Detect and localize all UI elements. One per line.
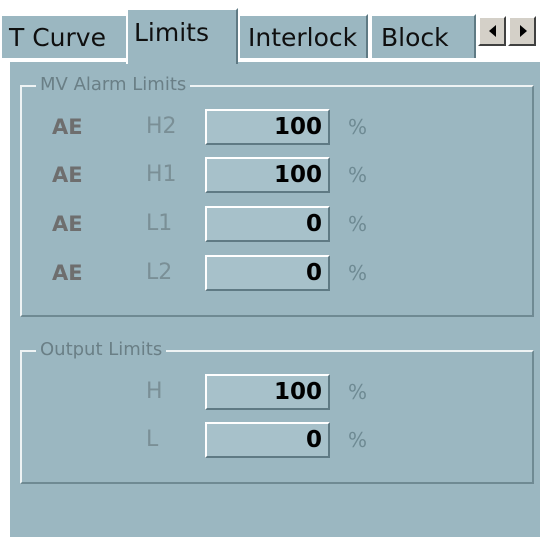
limit-label: H xyxy=(146,379,163,404)
output-row-l: L 0 % xyxy=(22,422,532,458)
arrow-right-icon xyxy=(520,25,527,37)
limit-label: L2 xyxy=(146,260,173,285)
limit-value-field[interactable]: 0 xyxy=(205,422,330,458)
alarm-row-l1: AE L1 0 % xyxy=(22,206,532,242)
alarm-row-h2: AE H2 100 % xyxy=(22,109,532,145)
limit-value-field[interactable]: 100 xyxy=(205,109,330,145)
alarm-row-h1: AE H1 100 % xyxy=(22,157,532,193)
tab-limits-label: Limits xyxy=(134,18,209,47)
tab-limits[interactable]: Limits xyxy=(126,8,238,64)
output-limits-title: Output Limits xyxy=(36,338,167,362)
output-limits-group: Output Limits H 100 % L 0 % xyxy=(20,338,534,484)
tab-block-label: Block xyxy=(381,23,449,52)
alarm-enable-flag: AE xyxy=(52,212,83,236)
tab-scroll-left-button[interactable] xyxy=(478,16,506,46)
output-row-h: H 100 % xyxy=(22,374,532,410)
tab-scroll-right-button[interactable] xyxy=(508,16,536,46)
mv-alarm-limits-title: MV Alarm Limits xyxy=(36,73,191,97)
limit-value-field[interactable]: 0 xyxy=(205,255,330,291)
tab-strip: T Curve Interlock Block Limits xyxy=(0,0,540,64)
tab-t-curve[interactable]: T Curve xyxy=(0,14,128,58)
mv-alarm-limits-group: MV Alarm Limits AE H2 100 % AE H1 100 % … xyxy=(20,73,534,317)
limit-label: H2 xyxy=(146,114,177,139)
unit-label: % xyxy=(348,115,368,139)
unit-label: % xyxy=(348,163,368,187)
alarm-row-l2: AE L2 0 % xyxy=(22,255,532,291)
limits-panel: MV Alarm Limits AE H2 100 % AE H1 100 % … xyxy=(8,62,540,537)
limit-value-field[interactable]: 100 xyxy=(205,374,330,410)
tab-t-curve-label: T Curve xyxy=(9,23,106,52)
alarm-enable-flag: AE xyxy=(52,115,83,139)
tab-block[interactable]: Block xyxy=(370,14,476,58)
faceplate-window: T Curve Interlock Block Limits MV Alarm … xyxy=(0,0,540,537)
alarm-enable-flag: AE xyxy=(52,163,83,187)
unit-label: % xyxy=(348,428,368,452)
tab-interlock-label: Interlock xyxy=(248,23,358,52)
unit-label: % xyxy=(348,212,368,236)
limit-value-field[interactable]: 100 xyxy=(205,157,330,193)
unit-label: % xyxy=(348,261,368,285)
unit-label: % xyxy=(348,380,368,404)
limit-label: H1 xyxy=(146,162,177,187)
limit-label: L1 xyxy=(146,211,173,236)
alarm-enable-flag: AE xyxy=(52,261,83,285)
tab-interlock[interactable]: Interlock xyxy=(238,14,368,58)
limit-label: L xyxy=(146,427,159,452)
arrow-left-icon xyxy=(489,25,496,37)
limit-value-field[interactable]: 0 xyxy=(205,206,330,242)
